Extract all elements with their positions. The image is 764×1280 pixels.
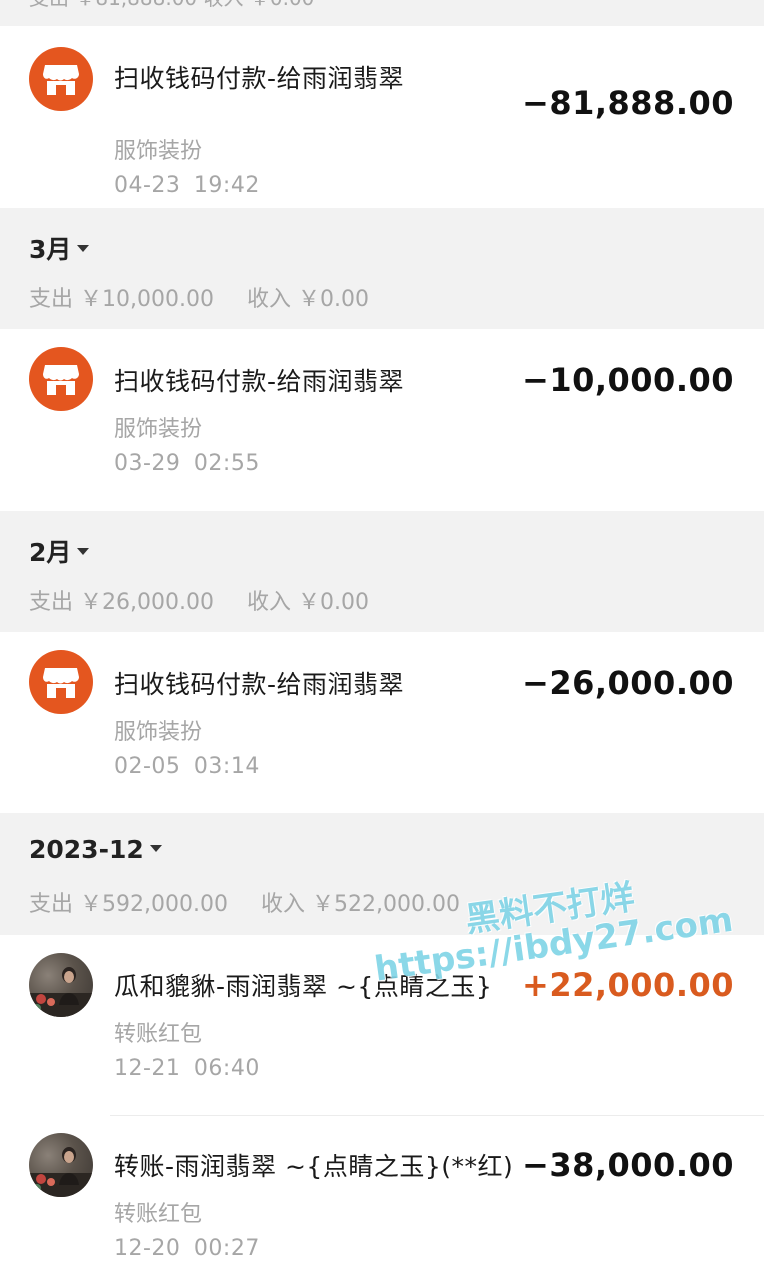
expense-total: ￥10,000.00: [80, 287, 214, 312]
transaction-amount: −38,000.00: [522, 1146, 734, 1184]
month-selector[interactable]: 2月: [29, 533, 90, 569]
transaction-category: 服饰装扮: [114, 720, 203, 745]
transaction-title: 转账-雨润翡翠 ~{点睛之玉}(**红): [114, 1152, 514, 1181]
caret-down-icon: [77, 547, 90, 555]
transaction-row[interactable]: 扫收钱码付款-给雨润翡翠 服饰装扮 04-23 19:42 −81,888.00: [0, 26, 764, 208]
merchant-shop-icon: [29, 47, 93, 111]
transaction-title: 瓜和貔貅-雨润翡翠 ~{点睛之玉}: [114, 972, 493, 1001]
month-header-february[interactable]: 2月 支出 ￥26,000.00 收入 ￥0.00: [0, 511, 764, 632]
transaction-amount: +22,000.00: [522, 966, 734, 1004]
month-header-march[interactable]: 3月 支出 ￥10,000.00 收入 ￥0.00: [0, 208, 764, 329]
income-total: ￥0.00: [298, 590, 369, 615]
month-summary: 支出 ￥10,000.00 收入 ￥0.00: [29, 281, 369, 313]
transaction-time: 03-29 02:55: [114, 451, 260, 476]
expense-label: 支出: [29, 590, 74, 615]
expense-total: ￥592,000.00: [80, 892, 228, 917]
month-label: 2月: [29, 538, 72, 567]
transaction-row[interactable]: 扫收钱码付款-给雨润翡翠 服饰装扮 03-29 02:55 −10,000.00: [0, 329, 764, 511]
transaction-time: 02-05 03:14: [114, 754, 260, 779]
transaction-time: 12-21 06:40: [114, 1056, 260, 1081]
income-label: 收入: [246, 590, 291, 615]
transaction-time: 04-23 19:42: [114, 173, 260, 198]
transaction-row[interactable]: 瓜和貔貅-雨润翡翠 ~{点睛之玉} 转账红包 12-21 06:40 +22,0…: [0, 935, 764, 1116]
caret-down-icon: [77, 244, 90, 252]
user-avatar: [29, 953, 93, 1017]
expense-label: 支出: [29, 287, 74, 312]
transaction-amount: −81,888.00: [522, 84, 734, 122]
previous-month-summary-text: 支出 ￥81,888.00 收入 ￥0.00: [29, 0, 314, 8]
transaction-time: 12-20 00:27: [114, 1236, 260, 1261]
month-header-2023-12[interactable]: 2023-12 支出 ￥592,000.00 收入 ￥522,000.00: [0, 813, 764, 935]
transaction-amount: −26,000.00: [522, 664, 734, 702]
transaction-list-page: 支出 ￥81,888.00 收入 ￥0.00 扫收钱码付款-给雨润翡翠 服饰装扮…: [0, 0, 764, 1280]
transaction-amount: −10,000.00: [522, 361, 734, 399]
income-label: 收入: [260, 892, 305, 917]
expense-label: 支出: [29, 892, 74, 917]
transaction-category: 服饰装扮: [114, 417, 203, 442]
income-total: ￥0.00: [298, 287, 369, 312]
month-label: 3月: [29, 235, 72, 264]
merchant-shop-icon: [29, 347, 93, 411]
transaction-row[interactable]: 扫收钱码付款-给雨润翡翠 服饰装扮 02-05 03:14 −26,000.00: [0, 632, 764, 813]
transaction-row[interactable]: 转账-雨润翡翠 ~{点睛之玉}(**红) 转账红包 12-20 00:27 −3…: [0, 1116, 764, 1280]
income-label: 收入: [246, 287, 291, 312]
transaction-category: 转账红包: [114, 1022, 203, 1047]
month-summary: 支出 ￥592,000.00 收入 ￥522,000.00: [29, 886, 460, 918]
caret-down-icon: [149, 844, 162, 852]
transaction-category: 转账红包: [114, 1202, 203, 1227]
merchant-shop-icon: [29, 650, 93, 714]
month-label: 2023-12: [29, 835, 144, 864]
previous-month-summary: 支出 ￥81,888.00 收入 ￥0.00: [0, 0, 764, 26]
user-avatar: [29, 1133, 93, 1197]
month-selector[interactable]: 2023-12: [29, 835, 162, 864]
month-selector[interactable]: 3月: [29, 230, 90, 266]
income-total: ￥522,000.00: [312, 892, 460, 917]
transaction-title: 扫收钱码付款-给雨润翡翠: [114, 367, 405, 396]
expense-total: ￥26,000.00: [80, 590, 214, 615]
transaction-title: 扫收钱码付款-给雨润翡翠: [114, 64, 405, 93]
transaction-category: 服饰装扮: [114, 139, 203, 164]
transaction-title: 扫收钱码付款-给雨润翡翠: [114, 670, 405, 699]
month-summary: 支出 ￥26,000.00 收入 ￥0.00: [29, 584, 369, 616]
